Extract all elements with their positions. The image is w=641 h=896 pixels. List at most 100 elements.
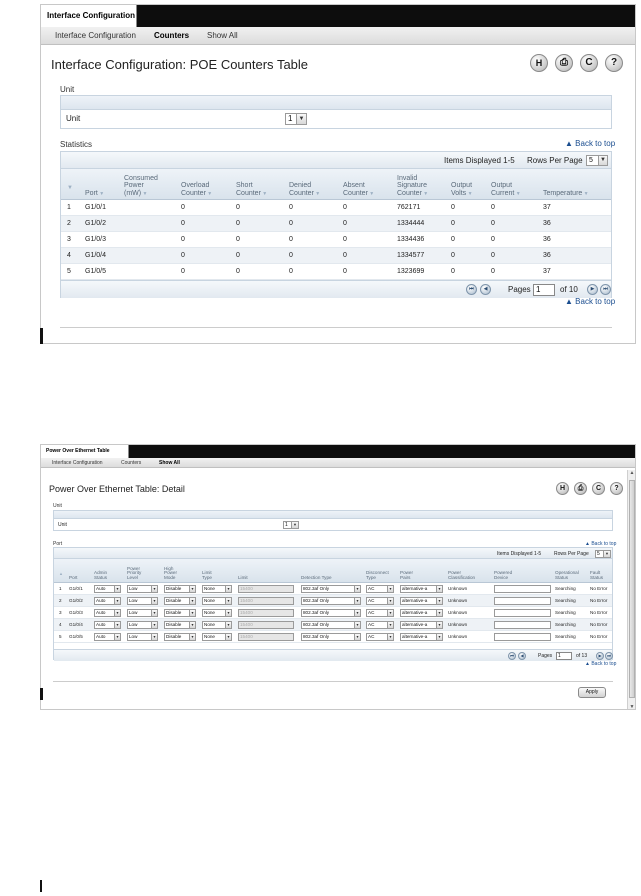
print-icon[interactable]: ⎙ <box>574 482 587 495</box>
column-header[interactable]: Output Volts ▼ <box>451 182 473 197</box>
power-pairs-select[interactable]: alternative-a ▼ <box>400 585 443 593</box>
high-power-mode-select[interactable]: Disable ▼ <box>164 597 196 605</box>
subnav-counters[interactable]: Counters <box>121 460 141 466</box>
scroll-down-icon[interactable]: ▼ <box>628 704 635 709</box>
column-header[interactable]: Disconnect Type <box>366 571 389 581</box>
subnav-counters[interactable]: Counters <box>154 31 189 40</box>
back-to-top-link-bottom[interactable]: ▲ Back to top <box>585 661 616 667</box>
column-header[interactable]: Power Priority Level <box>127 566 141 581</box>
disconnect-type-select[interactable]: AC ▼ <box>366 609 394 617</box>
last-page-icon[interactable]: ⏭ <box>605 652 613 660</box>
limit-type-select[interactable]: None ▼ <box>202 633 232 641</box>
detection-type-select[interactable]: 802.3af Only ▼ <box>301 609 361 617</box>
column-header[interactable]: Port ▼ <box>85 190 104 197</box>
scroll-up-icon[interactable]: ▲ <box>628 470 635 476</box>
tab-power-over-ethernet[interactable]: Power Over Ethernet Table <box>41 445 129 458</box>
high-power-mode-select[interactable]: Disable ▼ <box>164 609 196 617</box>
limit-type-select[interactable]: None ▼ <box>202 585 232 593</box>
subnav-interface-configuration[interactable]: Interface Configuration <box>52 460 103 466</box>
last-page-icon[interactable]: ⏭ <box>600 284 611 295</box>
prev-page-icon[interactable]: ◀ <box>480 284 491 295</box>
priority-level-select[interactable]: Low ▼ <box>127 621 158 629</box>
column-header[interactable]: Fault Status <box>590 571 603 581</box>
column-header[interactable]: Temperature ▼ <box>543 190 589 197</box>
column-header[interactable]: High Power Mode <box>164 566 177 581</box>
high-power-mode-select[interactable]: Disable ▼ <box>164 633 196 641</box>
table-row[interactable]: 5 G1/0/5 0 0 0 0 1323699 0 0 37 <box>61 264 611 280</box>
table-row[interactable]: 2 G1/0/2 Auto ▼ Low ▼ Disable ▼ None ▼ 15400 802.3a… <box>54 595 612 607</box>
limit-type-select[interactable]: None ▼ <box>202 597 232 605</box>
column-header[interactable]: Operational Status <box>555 571 579 581</box>
admin-status-select[interactable]: Auto ▼ <box>94 609 121 617</box>
column-header[interactable]: Consumed Power (mW) ▼ <box>124 175 158 197</box>
table-row[interactable]: 1 G1/0/1 Auto ▼ Low ▼ Disable ▼ None ▼ 15400 802.3a… <box>54 583 612 595</box>
refresh-icon[interactable]: C <box>592 482 605 495</box>
table-row[interactable]: 3 G1/0/3 Auto ▼ Low ▼ Disable ▼ None ▼ 15400 802.3a… <box>54 607 612 619</box>
high-power-mode-select[interactable]: Disable ▼ <box>164 621 196 629</box>
column-header[interactable]: Output Current ▼ <box>491 182 521 197</box>
admin-status-select[interactable]: Auto ▼ <box>94 597 121 605</box>
back-to-top-link[interactable]: ▲ Back to top <box>565 139 615 148</box>
column-header[interactable]: Port <box>69 575 77 581</box>
unit-select[interactable]: 1 ▼ <box>285 113 307 125</box>
first-page-icon[interactable]: ⏮ <box>466 284 477 295</box>
column-header[interactable]: Limit <box>238 575 248 581</box>
admin-status-select[interactable]: Auto ▼ <box>94 633 121 641</box>
disconnect-type-select[interactable]: AC ▼ <box>366 585 394 593</box>
detection-type-select[interactable]: 802.3af Only ▼ <box>301 585 361 593</box>
scrollbar-thumb[interactable] <box>629 480 635 698</box>
column-header[interactable]: Denied Counter ▼ <box>289 182 320 197</box>
help-icon[interactable]: ? <box>610 482 623 495</box>
powered-device-input[interactable] <box>494 633 551 641</box>
column-header[interactable]: Invalid Signature Counter ▼ <box>397 175 428 197</box>
table-row[interactable]: 4 G1/0/4 0 0 0 0 1334577 0 0 36 <box>61 248 611 264</box>
table-row[interactable]: 2 G1/0/2 0 0 0 0 1334444 0 0 36 <box>61 216 611 232</box>
column-header[interactable]: Power Pairs <box>400 571 413 581</box>
table-row[interactable]: 5 G1/0/5 Auto ▼ Low ▼ Disable ▼ None ▼ 15400 802.3a… <box>54 631 612 643</box>
power-pairs-select[interactable]: alternative-a ▼ <box>400 597 443 605</box>
help-icon[interactable]: ? <box>605 54 623 72</box>
column-header[interactable]: Absent Counter ▼ <box>343 182 374 197</box>
limit-type-select[interactable]: None ▼ <box>202 621 232 629</box>
priority-level-select[interactable]: Low ▼ <box>127 609 158 617</box>
back-to-top-link-bottom[interactable]: ▲ Back to top <box>565 297 615 306</box>
priority-level-select[interactable]: Low ▼ <box>127 585 158 593</box>
subnav-show-all[interactable]: Show All <box>159 460 180 466</box>
limit-type-select[interactable]: None ▼ <box>202 609 232 617</box>
refresh-icon[interactable]: C <box>580 54 598 72</box>
apply-button[interactable]: Apply <box>578 687 606 698</box>
unit-select[interactable]: 1 ▼ <box>283 521 299 529</box>
admin-status-select[interactable]: Auto ▼ <box>94 621 121 629</box>
powered-device-input[interactable] <box>494 609 551 617</box>
subnav-interface-configuration[interactable]: Interface Configuration <box>55 31 136 40</box>
table-row[interactable]: 4 G1/0/4 Auto ▼ Low ▼ Disable ▼ None ▼ 15400 802.3a… <box>54 619 612 631</box>
column-header[interactable]: Short Counter ▼ <box>236 182 267 197</box>
first-page-icon[interactable]: ⏮ <box>508 652 516 660</box>
admin-status-select[interactable]: Auto ▼ <box>94 585 121 593</box>
detection-type-select[interactable]: 802.3af Only ▼ <box>301 597 361 605</box>
disconnect-type-select[interactable]: AC ▼ <box>366 621 394 629</box>
table-row[interactable]: 1 G1/0/1 0 0 0 0 762171 0 0 37 <box>61 200 611 216</box>
print-icon[interactable]: ⎙ <box>555 54 573 72</box>
subnav-show-all[interactable]: Show All <box>207 31 238 40</box>
power-pairs-select[interactable]: alternative-a ▼ <box>400 621 443 629</box>
power-pairs-select[interactable]: alternative-a ▼ <box>400 633 443 641</box>
vertical-scrollbar[interactable]: ▲ ▼ <box>627 470 635 709</box>
next-page-icon[interactable]: ▶ <box>596 652 604 660</box>
table-row[interactable]: 3 G1/0/3 0 0 0 0 1334436 0 0 36 <box>61 232 611 248</box>
sort-icon[interactable]: ▲ <box>59 571 63 576</box>
page-number-input[interactable]: 1 <box>556 652 572 660</box>
rows-per-page-select[interactable]: 5 ▼ <box>595 550 611 558</box>
column-header[interactable]: Overload Counter ▼ <box>181 182 212 197</box>
column-header[interactable]: Powered Device <box>494 571 512 581</box>
column-header[interactable]: Detection Type <box>301 575 332 581</box>
rows-per-page-select[interactable]: 5 ▼ <box>586 155 608 166</box>
powered-device-input[interactable] <box>494 621 551 629</box>
save-icon[interactable]: H <box>556 482 569 495</box>
powered-device-input[interactable] <box>494 597 551 605</box>
detection-type-select[interactable]: 802.3af Only ▼ <box>301 621 361 629</box>
powered-device-input[interactable] <box>494 585 551 593</box>
tab-interface-configuration[interactable]: Interface Configuration <box>41 5 137 27</box>
priority-level-select[interactable]: Low ▼ <box>127 633 158 641</box>
prev-page-icon[interactable]: ◀ <box>518 652 526 660</box>
